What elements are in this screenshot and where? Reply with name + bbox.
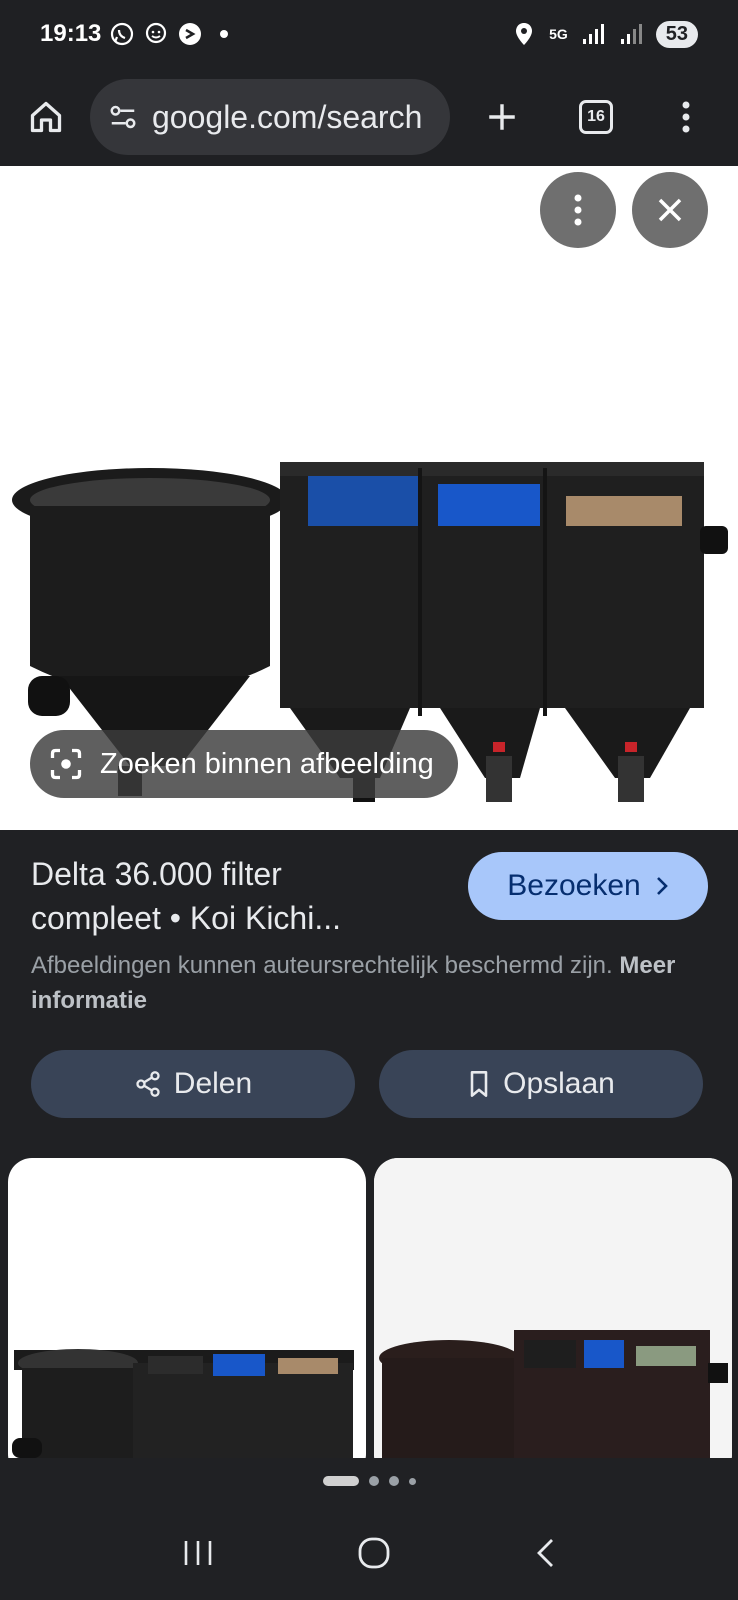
pager-dot bbox=[368, 1476, 379, 1486]
close-viewer-button[interactable] bbox=[632, 172, 708, 248]
close-icon bbox=[658, 198, 682, 222]
status-bar: 19:13 5G 53 bbox=[0, 0, 738, 68]
tab-switcher-button[interactable]: 16 bbox=[568, 89, 624, 145]
copyright-notice: Afbeeldingen kunnen auteursrechtelijk be… bbox=[31, 952, 676, 1014]
home-circle-icon bbox=[358, 1537, 390, 1568]
visit-button[interactable]: Bezoeken bbox=[468, 852, 708, 920]
recent-apps-button[interactable] bbox=[181, 1537, 215, 1574]
carousel-pager bbox=[0, 1476, 738, 1486]
location-icon bbox=[511, 21, 537, 47]
plus-icon bbox=[489, 104, 515, 130]
more-vert-icon bbox=[574, 194, 582, 226]
image-options-button[interactable] bbox=[540, 172, 616, 248]
network-type: 5G bbox=[549, 26, 568, 42]
tab-count: 16 bbox=[579, 100, 613, 134]
result-title[interactable]: Delta 36.000 filter compleet • Koi Kichi… bbox=[31, 852, 431, 940]
site-settings-icon[interactable] bbox=[108, 102, 138, 132]
url-text: google.com/search bbox=[152, 98, 423, 135]
bookmark-icon bbox=[470, 1071, 488, 1097]
back-chevron-icon bbox=[537, 1538, 554, 1567]
related-image-card[interactable] bbox=[8, 1158, 366, 1458]
notification-dot-icon bbox=[211, 21, 237, 47]
share-button[interactable]: Delen bbox=[31, 1050, 355, 1118]
signal-icon bbox=[580, 21, 606, 47]
pager-dot bbox=[388, 1476, 399, 1486]
browser-toolbar: google.com/search 16 bbox=[0, 68, 738, 166]
share-icon bbox=[136, 1071, 160, 1097]
save-label: Opslaan bbox=[503, 1067, 615, 1100]
search-inside-image-button[interactable]: Zoeken binnen afbeelding bbox=[30, 730, 458, 798]
share-label: Delen bbox=[173, 1067, 253, 1100]
chevron-right-icon bbox=[656, 877, 668, 895]
home-button[interactable] bbox=[18, 89, 74, 145]
url-bar[interactable]: google.com/search bbox=[90, 79, 450, 155]
related-images bbox=[0, 1158, 738, 1458]
pager-dot-active bbox=[322, 1476, 359, 1486]
lens-icon bbox=[50, 748, 82, 780]
related-product-image bbox=[12, 1349, 354, 1458]
whatsapp-icon bbox=[109, 21, 135, 47]
recent-apps-icon bbox=[184, 1540, 211, 1565]
home-nav-button[interactable] bbox=[356, 1535, 392, 1576]
app-notification-icon bbox=[177, 21, 203, 47]
system-navigation-bar bbox=[0, 1510, 738, 1600]
pager-dot bbox=[408, 1477, 416, 1485]
battery-indicator: 53 bbox=[655, 20, 698, 48]
new-tab-button[interactable] bbox=[474, 89, 530, 145]
search-inside-image-label: Zoeken binnen afbeelding bbox=[100, 747, 434, 780]
more-vert-icon bbox=[682, 101, 690, 133]
back-button[interactable] bbox=[533, 1536, 557, 1575]
signal-2-icon bbox=[618, 21, 644, 47]
waze-icon bbox=[143, 21, 169, 47]
save-button[interactable]: Opslaan bbox=[379, 1050, 703, 1118]
related-product-image bbox=[374, 1158, 732, 1458]
clock: 19:13 bbox=[40, 20, 102, 47]
home-icon bbox=[30, 101, 62, 133]
related-image-card[interactable] bbox=[374, 1158, 732, 1458]
browser-menu-button[interactable] bbox=[658, 89, 714, 145]
visit-label: Bezoeken bbox=[507, 869, 641, 902]
image-viewer: Zoeken binnen afbeelding bbox=[0, 166, 738, 830]
